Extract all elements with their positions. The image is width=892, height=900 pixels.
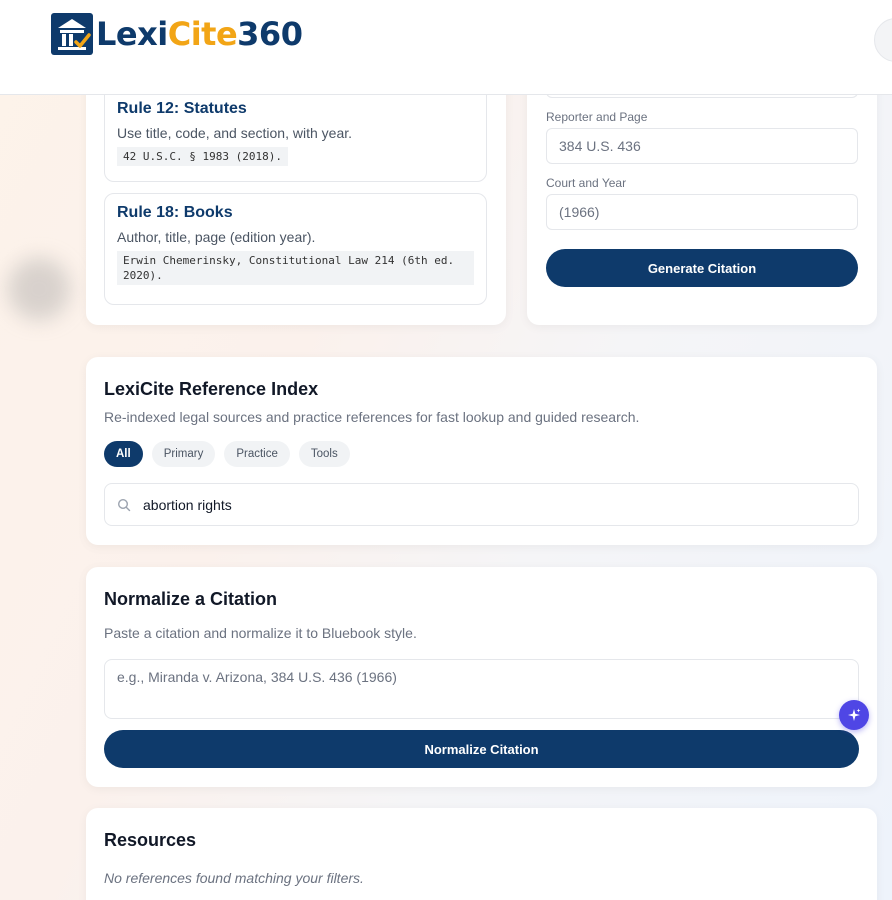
reference-index-subtitle: Re-indexed legal sources and practice re… — [104, 409, 640, 425]
citation-textarea[interactable]: e.g., Miranda v. Arizona, 384 U.S. 436 (… — [104, 659, 859, 719]
normalize-card: Normalize a Citation Paste a citation an… — [86, 567, 877, 787]
rule-item-books: Rule 18: Books Author, title, page (edit… — [104, 193, 487, 305]
filter-chip-all[interactable]: All — [104, 441, 143, 467]
brand-logo[interactable]: LexiCite360 — [51, 13, 303, 55]
generate-citation-button[interactable]: Generate Citation — [546, 249, 858, 287]
profile-menu-button[interactable] — [874, 18, 892, 62]
filter-chip-primary[interactable]: Primary — [151, 441, 216, 467]
sparkle-icon — [848, 708, 861, 721]
search-value: abortion rights — [143, 496, 232, 513]
normalize-title: Normalize a Citation — [104, 589, 278, 609]
search-icon — [117, 498, 131, 511]
rule-example: 42 U.S.C. § 1983 (2018). — [117, 147, 288, 166]
reference-index-card: LexiCite Reference Index Re-indexed lega… — [86, 357, 877, 545]
courthouse-check-icon — [51, 13, 93, 55]
background-blur-decoration — [8, 258, 70, 320]
rule-title: Rule 18: Books — [117, 204, 233, 221]
reporter-label: Reporter and Page — [546, 110, 648, 124]
filter-chip-tools[interactable]: Tools — [298, 441, 350, 467]
rules-card: Rule 12: Statutes Use title, code, and s… — [86, 60, 506, 325]
brand-wordmark: LexiCite360 — [96, 15, 303, 53]
rule-description: Use title, code, and section, with year. — [117, 125, 353, 141]
reference-search-input[interactable]: abortion rights — [104, 483, 859, 526]
ai-assist-button[interactable] — [839, 700, 869, 730]
brand-part-cite: Cite — [167, 15, 238, 53]
court-year-label: Court and Year — [546, 176, 627, 190]
citation-form-card: Reporter and Page 384 U.S. 436 Court and… — [527, 58, 877, 325]
rule-description: Author, title, page (edition year). — [117, 229, 316, 245]
brand-part-lexi: Lexi — [96, 15, 168, 53]
normalize-subtitle: Paste a citation and normalize it to Blu… — [104, 625, 417, 641]
filter-chips: All Primary Practice Tools — [104, 441, 350, 467]
rule-title: Rule 12: Statutes — [117, 100, 247, 117]
resources-empty-message: No references found matching your filter… — [104, 870, 364, 886]
rule-example: Erwin Chemerinsky, Constitutional Law 21… — [117, 251, 474, 285]
filter-chip-practice[interactable]: Practice — [224, 441, 290, 467]
top-navigation-bar: LexiCite360 — [0, 0, 892, 95]
court-year-input[interactable]: (1966) — [546, 194, 858, 230]
brand-part-360: 360 — [237, 15, 303, 53]
reference-index-title: LexiCite Reference Index — [104, 379, 319, 399]
normalize-citation-button[interactable]: Normalize Citation — [104, 730, 859, 768]
resources-card: Resources No references found matching y… — [86, 808, 877, 900]
resources-title: Resources — [104, 830, 197, 850]
reporter-input[interactable]: 384 U.S. 436 — [546, 128, 858, 164]
